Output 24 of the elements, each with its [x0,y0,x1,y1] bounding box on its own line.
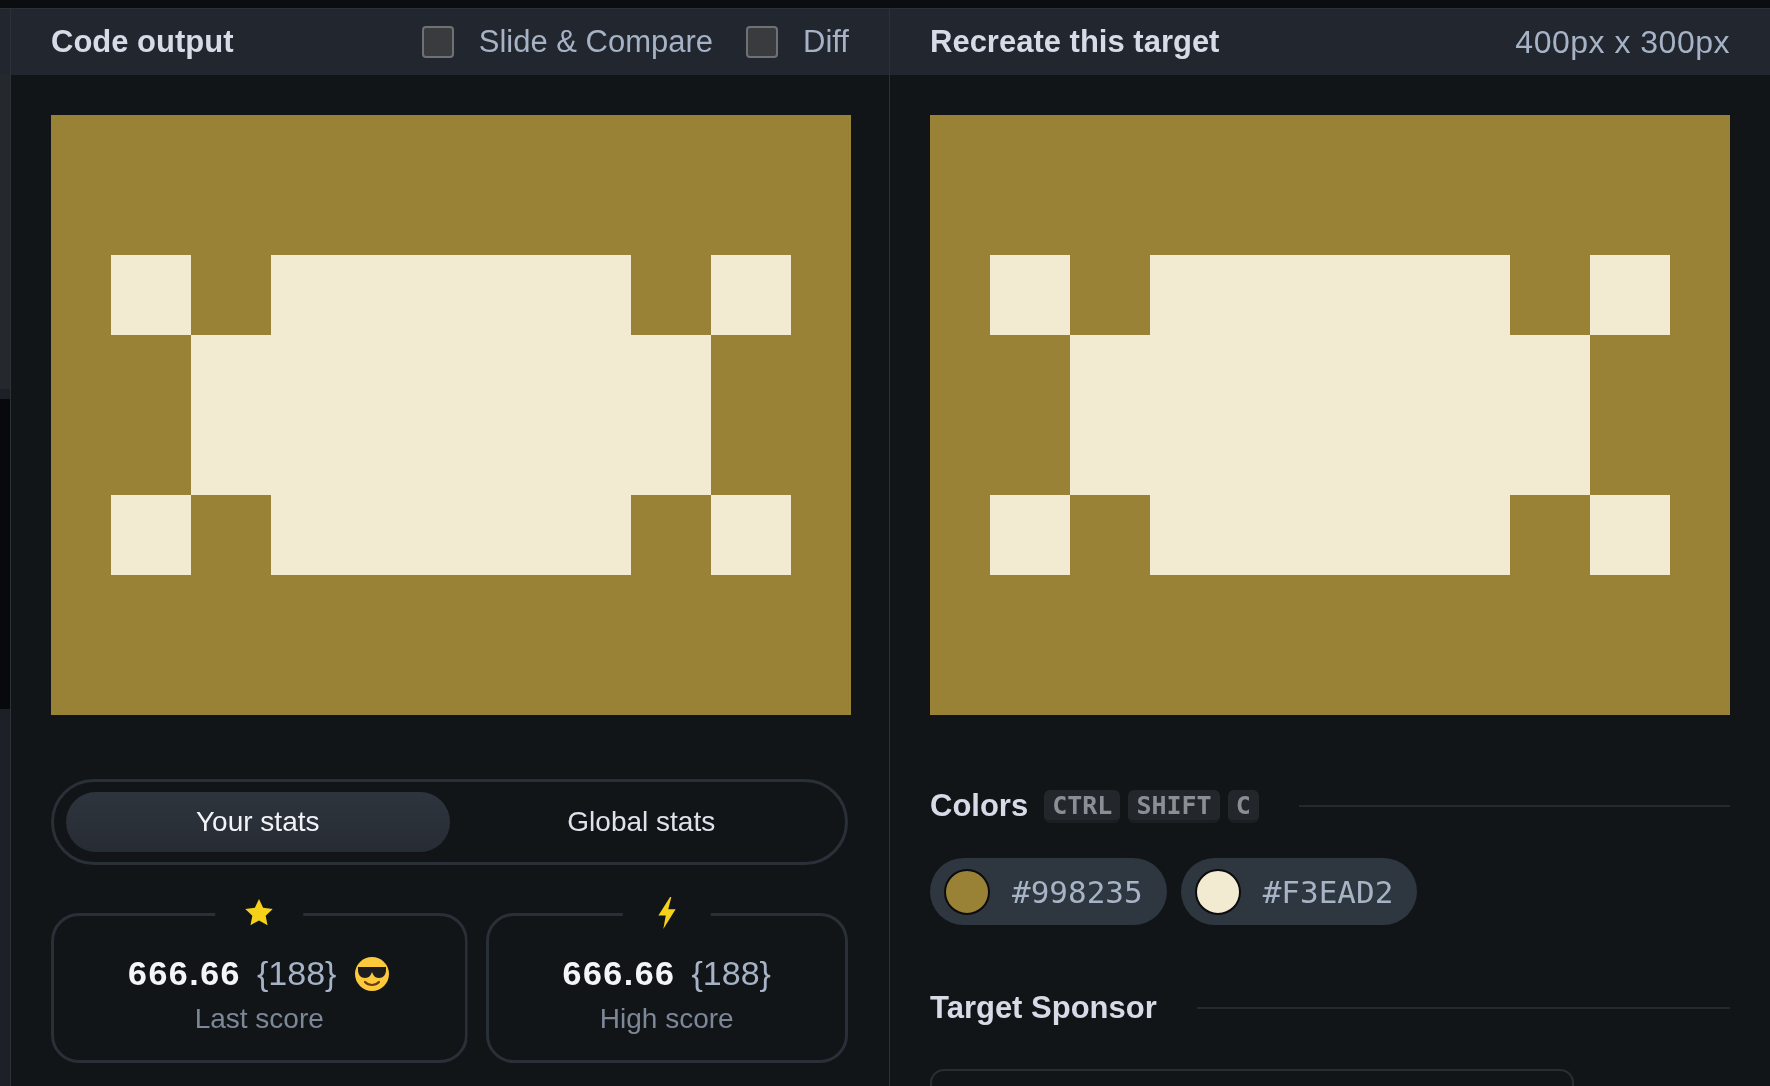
score-value: 666.66 [562,954,676,993]
score-count: {188} [257,954,337,993]
color-chip[interactable]: #998235 [930,858,1167,925]
keyboard-key: C [1227,789,1259,823]
panel-title: Code output [51,24,234,60]
stats-tab[interactable]: Your stats [66,792,450,852]
section-title: Target Sponsor [930,990,1157,1026]
score-label: High score [599,1003,734,1035]
target-size: 400px x 300px [1515,23,1730,61]
checkbox[interactable] [421,26,454,58]
sunglasses-face-icon [354,955,391,992]
panel-title: Recreate this target [930,24,1220,60]
section-title: Colors [930,788,1029,824]
color-chip[interactable]: #F3EAD2 [1180,858,1418,925]
checkbox[interactable] [746,26,779,58]
score-label: Last score [194,1003,324,1035]
keyboard-key: CTRL [1044,789,1121,823]
checkbox-label[interactable]: Slide & Compare [478,24,714,60]
stats-tab[interactable]: Global stats [449,792,833,852]
lightning-icon [656,897,677,929]
score-value: 666.66 [128,954,241,993]
checkbox-label[interactable]: Diff [803,24,849,60]
score-count: {188} [691,954,771,993]
keyboard-key: SHIFT [1128,789,1220,823]
